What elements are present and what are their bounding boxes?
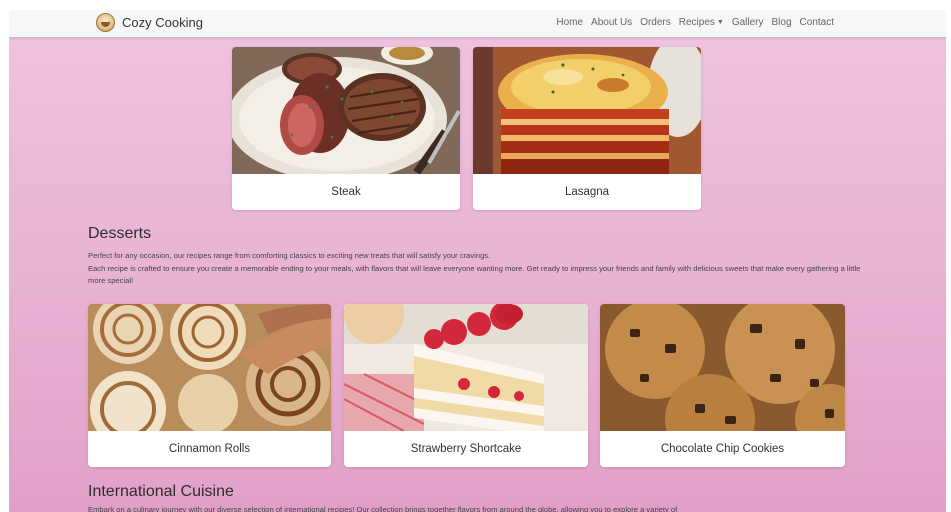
card-title: Cinnamon Rolls (168, 442, 251, 455)
caret-down-icon: ▼ (716, 19, 724, 26)
chocolate-chip-cookies-image (600, 304, 845, 431)
nav-link-about-us[interactable]: About Us (591, 17, 632, 28)
nav-link-orders[interactable]: Orders (640, 17, 671, 28)
recipe-card-chocolate-chip-cookies[interactable]: Chocolate Chip Cookies (600, 304, 845, 467)
international-heading: International Cuisine (88, 483, 234, 500)
card-title: Strawberry Shortcake (410, 442, 522, 455)
desserts-description-line1: Perfect for any occasion, our recipes ra… (88, 251, 491, 260)
recipe-card-steak[interactable]: Steak (232, 47, 460, 210)
recipe-card-strawberry-shortcake[interactable]: Strawberry Shortcake (344, 304, 588, 467)
card-title: Chocolate Chip Cookies (660, 442, 785, 455)
desserts-description: Perfect for any occasion, our recipes ra… (88, 250, 868, 288)
cinnamon-rolls-image (88, 304, 331, 431)
nav-link-home[interactable]: Home (556, 17, 583, 28)
brand-name: Cozy Cooking (122, 15, 203, 30)
nav-link-contact[interactable]: Contact (800, 17, 834, 28)
strawberry-shortcake-image (344, 304, 588, 431)
lasagna-image (473, 47, 701, 174)
card-title: Steak (331, 185, 361, 198)
desserts-heading: Desserts (88, 225, 152, 242)
international-description: Embark on a culinary journey with our di… (88, 505, 678, 512)
nav-link-recipes-label: Recipes (678, 17, 715, 28)
brand-link[interactable]: Cozy Cooking (96, 13, 203, 32)
nav-link-blog[interactable]: Blog (772, 17, 792, 28)
recipe-card-cinnamon-rolls[interactable]: Cinnamon Rolls (88, 304, 331, 467)
nav-link-gallery[interactable]: Gallery (732, 17, 764, 28)
desserts-description-line2: Each recipe is crafted to ensure you cre… (88, 263, 861, 286)
cooking-pot-logo-icon (96, 13, 115, 32)
navbar: Cozy Cooking Home About Us Orders Recipe… (9, 10, 946, 37)
card-title: Lasagna (564, 185, 610, 198)
steak-image (232, 47, 460, 174)
nav-link-recipes-dropdown[interactable]: Recipes ▼ (679, 17, 724, 28)
recipe-card-lasagna[interactable]: Lasagna (473, 47, 701, 210)
nav-links: Home About Us Orders Recipes ▼ Gallery Bl… (556, 17, 834, 28)
page: Cozy Cooking Home About Us Orders Recipe… (9, 10, 946, 512)
